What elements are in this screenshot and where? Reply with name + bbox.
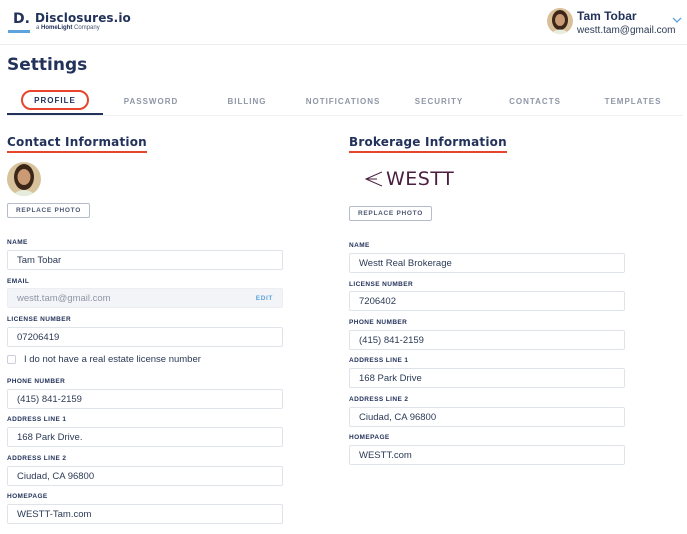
- user-email: westt.tam@gmail.com: [577, 25, 676, 36]
- edit-email-link[interactable]: EDIT: [256, 295, 273, 302]
- paper-plane-icon: [365, 171, 383, 187]
- contact-homepage-input[interactable]: WESTT-Tam.com: [7, 504, 283, 524]
- brokerage-replace-photo-button[interactable]: REPLACE PHOTO: [349, 206, 432, 221]
- contact-email-value: westt.tam@gmail.com: [17, 292, 111, 304]
- contact-address1-input[interactable]: 168 Park Drive.: [7, 427, 283, 447]
- tab-password[interactable]: PASSWORD: [103, 87, 199, 115]
- chevron-down-icon[interactable]: [672, 16, 682, 24]
- tab-profile[interactable]: PROFILE: [7, 87, 103, 115]
- tab-label: BILLING: [227, 96, 267, 106]
- brokerage-logo: WESTT: [365, 168, 455, 190]
- top-bar: D. Disclosures.io a HomeLight Company Ta…: [0, 0, 687, 45]
- contact-license-input[interactable]: 07206419: [7, 327, 283, 347]
- brokerage-address2-label: ADDRESS LINE 2: [349, 396, 409, 403]
- contact-address2-input[interactable]: Ciudad, CA 96800: [7, 466, 283, 486]
- brokerage-license-label: LICENSE NUMBER: [349, 281, 414, 288]
- tab-billing[interactable]: BILLING: [199, 87, 295, 115]
- contact-photo: [7, 162, 41, 196]
- no-license-row[interactable]: I do not have a real estate license numb…: [7, 354, 201, 365]
- logo-letter: D.: [13, 11, 30, 27]
- brokerage-address1-input[interactable]: 168 Park Drive: [349, 368, 625, 388]
- tab-notifications[interactable]: NOTIFICATIONS: [295, 87, 391, 115]
- brand-tagline-prefix: a: [36, 25, 40, 31]
- tab-label: SECURITY: [414, 96, 464, 106]
- contact-name-input[interactable]: Tam Tobar: [7, 250, 283, 270]
- brokerage-address2-input[interactable]: Ciudad, CA 96800: [349, 407, 625, 427]
- tab-contacts[interactable]: CONTACTS: [487, 87, 583, 115]
- tab-templates[interactable]: TEMPLATES: [583, 87, 683, 115]
- brokerage-address1-label: ADDRESS LINE 1: [349, 357, 409, 364]
- tab-label: TEMPLATES: [604, 96, 662, 106]
- brokerage-section-title: Brokerage Information: [349, 135, 507, 153]
- brokerage-license-input[interactable]: 7206402: [349, 291, 625, 311]
- contact-name-label: NAME: [7, 239, 28, 246]
- tab-security[interactable]: SECURITY: [391, 87, 487, 115]
- user-name[interactable]: Tam Tobar: [577, 9, 637, 23]
- contact-replace-photo-button[interactable]: REPLACE PHOTO: [7, 203, 90, 218]
- logo-underline: [8, 30, 30, 33]
- brand-tagline-company: HomeLight: [41, 25, 73, 31]
- brand-tagline: a HomeLight Company: [36, 25, 100, 31]
- tab-label: PASSWORD: [123, 96, 179, 106]
- settings-tabs: PROFILE PASSWORD BILLING NOTIFICATIONS S…: [7, 87, 683, 116]
- contact-email-label: EMAIL: [7, 278, 30, 285]
- contact-email-input: westt.tam@gmail.com EDIT: [7, 288, 283, 308]
- no-license-checkbox[interactable]: [7, 355, 16, 364]
- brand-tagline-suffix: Company: [74, 25, 100, 31]
- highlight-circle: [21, 90, 89, 110]
- disclosures-logo[interactable]: D.: [8, 11, 32, 33]
- brokerage-homepage-label: HOMEPAGE: [349, 434, 390, 441]
- contact-license-label: LICENSE NUMBER: [7, 316, 72, 323]
- brokerage-name-input[interactable]: Westt Real Brokerage: [349, 253, 625, 273]
- tab-label: CONTACTS: [509, 96, 561, 106]
- brokerage-phone-input[interactable]: (415) 841-2159: [349, 330, 625, 350]
- contact-phone-input[interactable]: (415) 841-2159: [7, 389, 283, 409]
- page-title: Settings: [7, 55, 88, 75]
- no-license-label[interactable]: I do not have a real estate license numb…: [24, 354, 201, 365]
- brokerage-name-label: NAME: [349, 242, 370, 249]
- brand-name: Disclosures.io: [35, 11, 131, 25]
- contact-address2-label: ADDRESS LINE 2: [7, 455, 67, 462]
- contact-address1-label: ADDRESS LINE 1: [7, 416, 67, 423]
- brokerage-homepage-input[interactable]: WESTT.com: [349, 445, 625, 465]
- user-avatar[interactable]: [547, 8, 573, 34]
- contact-phone-label: PHONE NUMBER: [7, 378, 66, 385]
- brokerage-logo-text: WESTT: [386, 168, 455, 190]
- tab-label: NOTIFICATIONS: [305, 96, 381, 106]
- brokerage-phone-label: PHONE NUMBER: [349, 319, 408, 326]
- contact-homepage-label: HOMEPAGE: [7, 493, 48, 500]
- contact-section-title: Contact Information: [7, 135, 147, 153]
